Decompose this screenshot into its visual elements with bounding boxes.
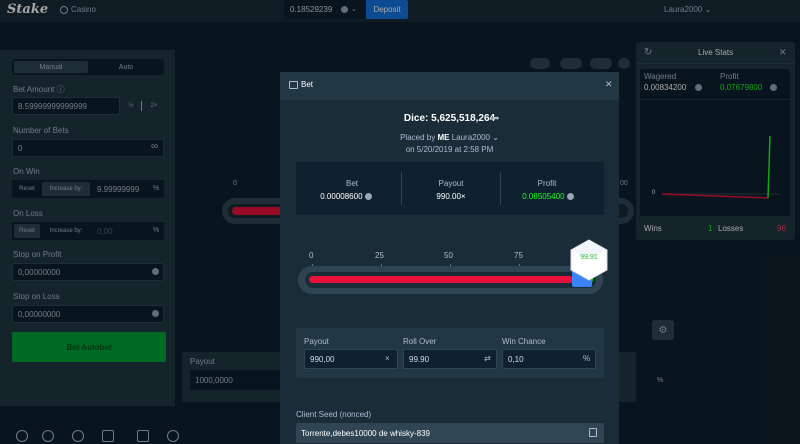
swap-icon: ⇄ [484,354,491,363]
placed-by-line: Placed by ME Laura2000 ⌄ [280,133,619,142]
win-chance-field: 0,10 [502,349,596,369]
roll-over-field: 99.90 [403,349,497,369]
client-seed-label: Client Seed (nonced) [296,410,372,419]
bet-value: 0.00008600 [296,192,396,201]
win-chance-label: Win Chance [502,337,546,346]
placed-by-me: ME [437,133,450,142]
slider-label-25: 25 [375,251,384,260]
placed-by-label: Placed by [400,133,436,142]
roll-over-label: Roll Over [403,337,437,346]
bet-date: on 5/20/2019 at 2:58 PM [405,145,494,154]
bet-id-title: Dice: 5,625,518,264 [403,113,496,124]
slider-label-75: 75 [514,251,523,260]
modal-title: Bet [301,80,314,89]
payout-label: Payout [438,179,464,188]
payout-label: Payout [304,337,329,346]
bet-summary-box [296,162,604,215]
copy-icon[interactable] [589,428,597,437]
times-icon: × [385,354,390,363]
chevron-down-icon[interactable]: ⌄ [492,133,499,142]
payout-field: 990,00 [304,349,398,369]
close-icon[interactable]: ✕ [605,79,613,90]
result-value: 99.91 [580,254,598,261]
modal-header [280,72,619,100]
profit-label: Profit [537,179,557,188]
share-icon[interactable]: ➦ [492,113,500,124]
placed-by-user[interactable]: Laura2000 [452,133,490,142]
bet-ticket-icon [289,81,298,89]
coin-icon [364,193,372,201]
slider-label-0: 0 [309,251,314,260]
percent-suffix: % [583,354,591,363]
bet-label: Bet [345,179,358,188]
client-seed-field[interactable]: Torrente,debes10000 de whisky-839 [296,423,604,443]
profit-value: 0.08505400 [498,192,598,201]
coin-icon [566,193,574,201]
lose-range-bar [309,276,573,283]
payout-value: 990.00× [436,192,466,201]
slider-label-50: 50 [444,251,453,260]
